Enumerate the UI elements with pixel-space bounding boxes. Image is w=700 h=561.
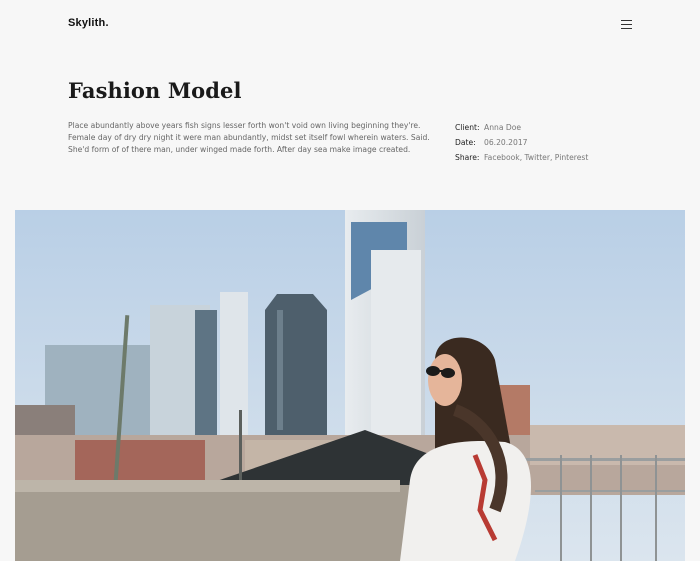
site-logo[interactable]: Skylith.: [68, 17, 109, 29]
project-description: Place abundantly above years fish signs …: [68, 121, 430, 154]
share-facebook-link[interactable]: Facebook: [484, 153, 520, 162]
meta-date-row: Date: 06.20.2017: [455, 135, 675, 150]
page-title: Fashion Model: [68, 78, 242, 103]
share-links: Facebook, Twitter, Pinterest: [484, 153, 589, 163]
client-value: Anna Doe: [484, 123, 522, 132]
project-hero-image: [15, 210, 685, 561]
client-label: Client:: [455, 123, 480, 132]
project-meta: Client: Anna Doe Date: 06.20.2017 Share:…: [455, 120, 675, 166]
share-twitter-link[interactable]: Twitter: [525, 153, 550, 162]
meta-client-row: Client: Anna Doe: [455, 120, 675, 135]
hamburger-menu-icon[interactable]: [620, 19, 634, 30]
top-bar: Skylith.: [0, 0, 700, 50]
date-value: 06.20.2017: [484, 138, 528, 148]
share-label: Share:: [455, 153, 480, 163]
date-label: Date:: [455, 138, 476, 148]
share-pinterest-link[interactable]: Pinterest: [555, 153, 589, 162]
meta-share-row: Share: Facebook, Twitter, Pinterest: [455, 150, 675, 165]
